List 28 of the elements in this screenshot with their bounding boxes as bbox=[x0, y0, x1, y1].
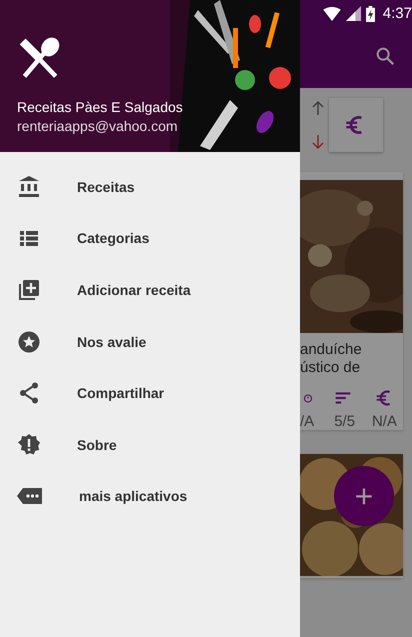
bank-icon bbox=[17, 174, 41, 199]
account-email: renteriaapps@vahoo.com bbox=[17, 118, 179, 134]
menu-item[interactable]: Receitas bbox=[0, 161, 300, 213]
arrow-down-icon[interactable] bbox=[312, 135, 324, 149]
menu-item[interactable]: Compartilhar bbox=[0, 367, 300, 419]
card-title-text: anduíche bbox=[300, 341, 362, 359]
menu-item[interactable]: mais aplicativos bbox=[0, 470, 300, 522]
menu-item[interactable]: Sobre bbox=[0, 418, 300, 471]
price-value: N/A bbox=[372, 413, 397, 430]
search-icon[interactable] bbox=[374, 45, 396, 67]
difficulty-value: 5/5 bbox=[334, 413, 356, 430]
time-value: /A bbox=[300, 413, 314, 430]
menu-item[interactable]: Categorias bbox=[0, 212, 300, 264]
currency-button[interactable] bbox=[329, 98, 383, 152]
alert-icon bbox=[17, 432, 41, 457]
add-library-icon bbox=[17, 278, 41, 302]
card-title-text: ústico de bbox=[300, 359, 360, 377]
app-title: Receitas Pàes E Salgados bbox=[17, 99, 183, 115]
wifi-icon bbox=[322, 6, 341, 20]
recipe-card[interactable]: anduíche ústico de /A 5/5 N/A bbox=[300, 172, 403, 430]
share-icon bbox=[17, 381, 41, 406]
status-time: 4:37 bbox=[382, 5, 412, 22]
menu-item[interactable]: Adicionar receita bbox=[0, 264, 300, 316]
star-circle-icon bbox=[17, 330, 41, 354]
more-tag-icon bbox=[17, 486, 43, 506]
signal-icon bbox=[346, 6, 361, 21]
menu-item[interactable]: Nos avalie bbox=[0, 316, 300, 368]
arrow-up-icon[interactable] bbox=[312, 101, 324, 115]
